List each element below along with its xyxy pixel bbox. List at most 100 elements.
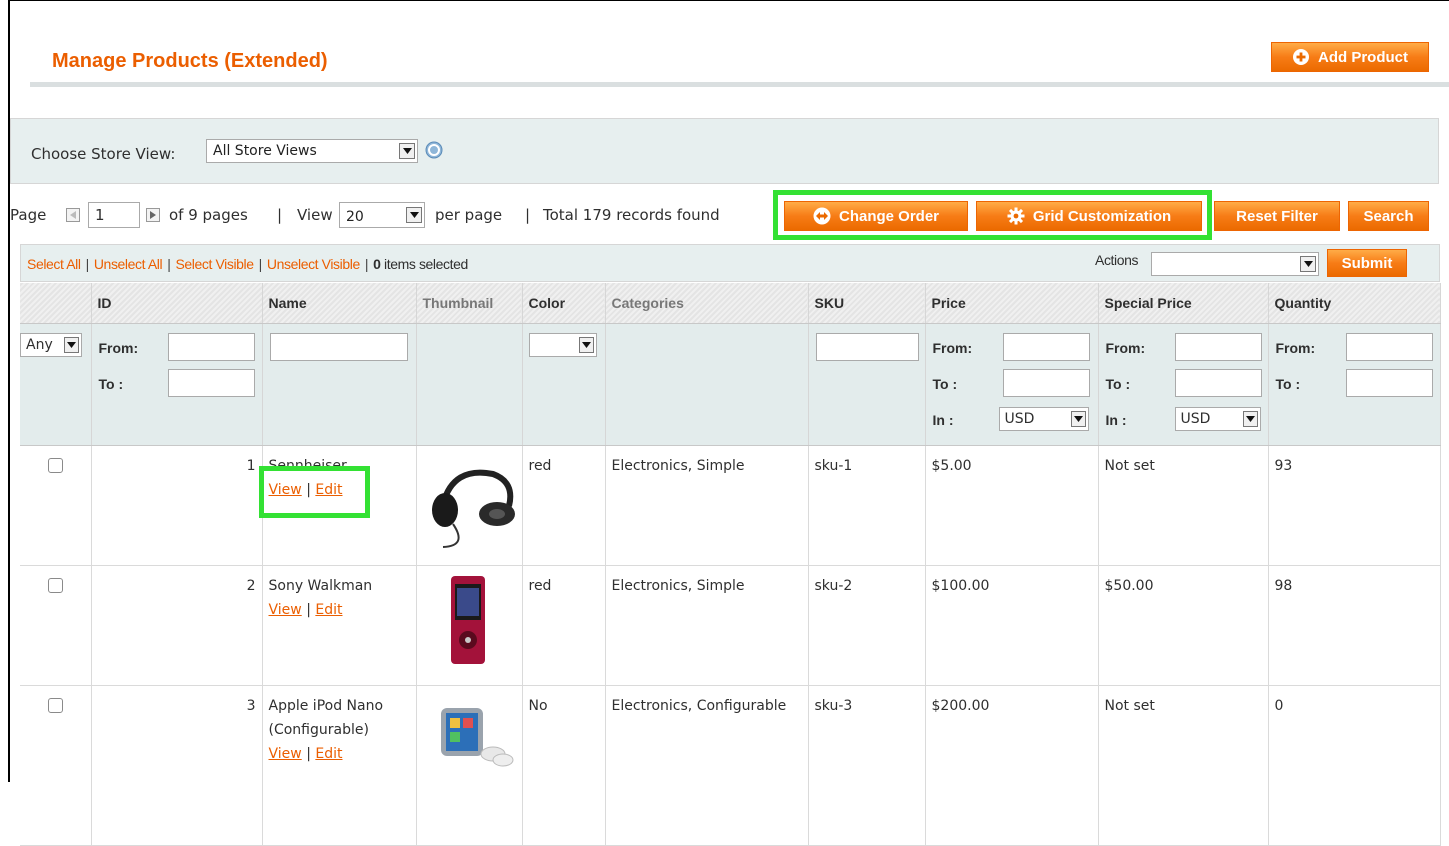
reset-filter-button[interactable]: Reset Filter [1214,201,1340,231]
action-separator: | [306,745,311,762]
cell-sku: sku-2 [808,565,926,686]
special-to-label: To : [1105,375,1131,392]
records-total: Total 179 records found [543,206,720,224]
cell-special-price: Not set [1098,445,1269,566]
search-label: Search [1363,207,1414,225]
store-view-select[interactable]: All Store Views [206,139,418,163]
table-row: 1 Sennheiser View | Edit red Electronics… [20,445,1441,566]
cell-price: $200.00 [925,685,1099,846]
search-button[interactable]: Search [1348,201,1429,231]
special-from-input[interactable] [1174,332,1262,361]
special-currency-value: USD [1180,410,1211,427]
any-filter-select[interactable]: Any [20,332,82,357]
actions-label: Actions [1095,252,1139,268]
id-to-input[interactable] [167,368,255,397]
triangle-down-icon [406,207,422,223]
ipod-thumbnail [422,693,518,789]
submit-button[interactable]: Submit [1327,249,1407,277]
cell-price: $5.00 [925,445,1099,566]
page-header: Manage Products (Extended) [10,0,1449,92]
name-filter-input[interactable] [269,332,408,361]
column-header-special-price[interactable]: Special Price [1098,283,1269,324]
filter-categories-cell [605,323,809,446]
filter-name-cell [262,323,417,446]
add-product-button[interactable]: Add Product [1271,42,1429,72]
cell-name: Apple iPod Nano (Configurable) View | Ed… [262,685,417,846]
cell-categories: Electronics, Simple [605,565,809,686]
unselect-visible-link[interactable]: Unselect Visible [267,256,360,272]
select-visible-link[interactable]: Select Visible [175,256,254,272]
help-icon[interactable] [425,141,443,163]
column-header-quantity[interactable]: Quantity [1268,283,1441,324]
view-label: View [297,206,333,224]
view-link[interactable]: View [269,746,302,762]
table-row: 2 Sony Walkman View | Edit red Electroni… [20,565,1441,686]
product-name: Apple iPod Nano (Configurable) [268,697,384,738]
cell-sku: sku-3 [808,685,926,846]
cell-categories: Electronics, Configurable [605,685,809,846]
prev-page-button[interactable] [66,208,80,222]
store-view-label: Choose Store View: [31,145,176,163]
pager-separator: | [525,206,531,224]
items-selected-label: items selected [384,256,468,272]
column-header-color[interactable]: Color [522,283,606,324]
filter-quantity-cell: From: To : [1268,323,1441,446]
filter-price-cell: From: To : In : USD [925,323,1099,446]
triangle-down-icon [1242,410,1258,427]
products-grid: ID Name Thumbnail Color Categories SKU P… [20,283,1441,846]
headphones-thumbnail [422,453,518,549]
page-count: of 9 pages [169,206,248,224]
filter-thumbnail-cell [416,323,523,446]
page-input[interactable]: 1 [88,202,140,228]
price-to-label: To : [932,375,958,392]
price-currency-select[interactable]: USD [998,406,1089,431]
color-filter-select[interactable] [528,332,597,357]
view-link[interactable]: View [269,602,302,618]
unselect-all-link[interactable]: Unselect All [94,256,163,272]
row-checkbox[interactable] [48,457,63,473]
row-checkbox-cell [20,445,92,566]
cell-thumbnail [416,565,523,686]
plus-circle-icon [1292,48,1310,66]
link-separator: | [85,256,90,272]
page-title: Manage Products (Extended) [52,50,328,72]
select-all-link[interactable]: Select All [27,256,81,272]
price-to-input[interactable] [1002,368,1090,397]
edit-link[interactable]: Edit [315,602,342,618]
column-header-sku[interactable]: SKU [808,283,926,324]
special-to-input[interactable] [1174,368,1262,397]
cell-special-price: $50.00 [1098,565,1269,686]
id-from-input[interactable] [167,332,255,361]
column-header-price[interactable]: Price [925,283,1099,324]
cell-color: red [522,565,606,686]
column-header-id[interactable]: ID [91,283,263,324]
actions-select[interactable] [1151,252,1319,276]
cell-id: 1 [91,445,263,566]
link-separator: | [167,256,171,272]
price-from-input[interactable] [1002,332,1090,361]
filter-id-cell: From: To : [91,323,263,446]
column-header-thumbnail: Thumbnail [416,283,523,324]
next-page-button[interactable] [146,208,160,222]
qty-to-label: To : [1275,375,1301,392]
per-page-select[interactable]: 20 [339,202,425,228]
qty-to-input[interactable] [1345,368,1433,397]
toolbar-highlight-box [773,190,1212,240]
triangle-down-icon [1070,410,1086,427]
walkman-thumbnail [422,573,518,669]
add-product-label: Add Product [1318,48,1408,66]
row-checkbox[interactable] [48,697,63,713]
sku-filter-input[interactable] [815,332,919,361]
filter-select-cell: Any [20,323,92,446]
massaction-bar: Select All | Unselect All | Select Visible | U… [20,244,1440,282]
filter-color-cell [522,323,606,446]
qty-from-input[interactable] [1345,332,1433,361]
edit-link[interactable]: Edit [315,746,342,762]
cell-price: $100.00 [925,565,1099,686]
special-currency-select[interactable]: USD [1174,406,1261,431]
row-checkbox[interactable] [48,577,63,593]
column-header-name[interactable]: Name [262,283,417,324]
column-header-select [20,283,92,324]
selected-count: 0 [373,256,381,272]
row-checkbox-cell [20,685,92,846]
